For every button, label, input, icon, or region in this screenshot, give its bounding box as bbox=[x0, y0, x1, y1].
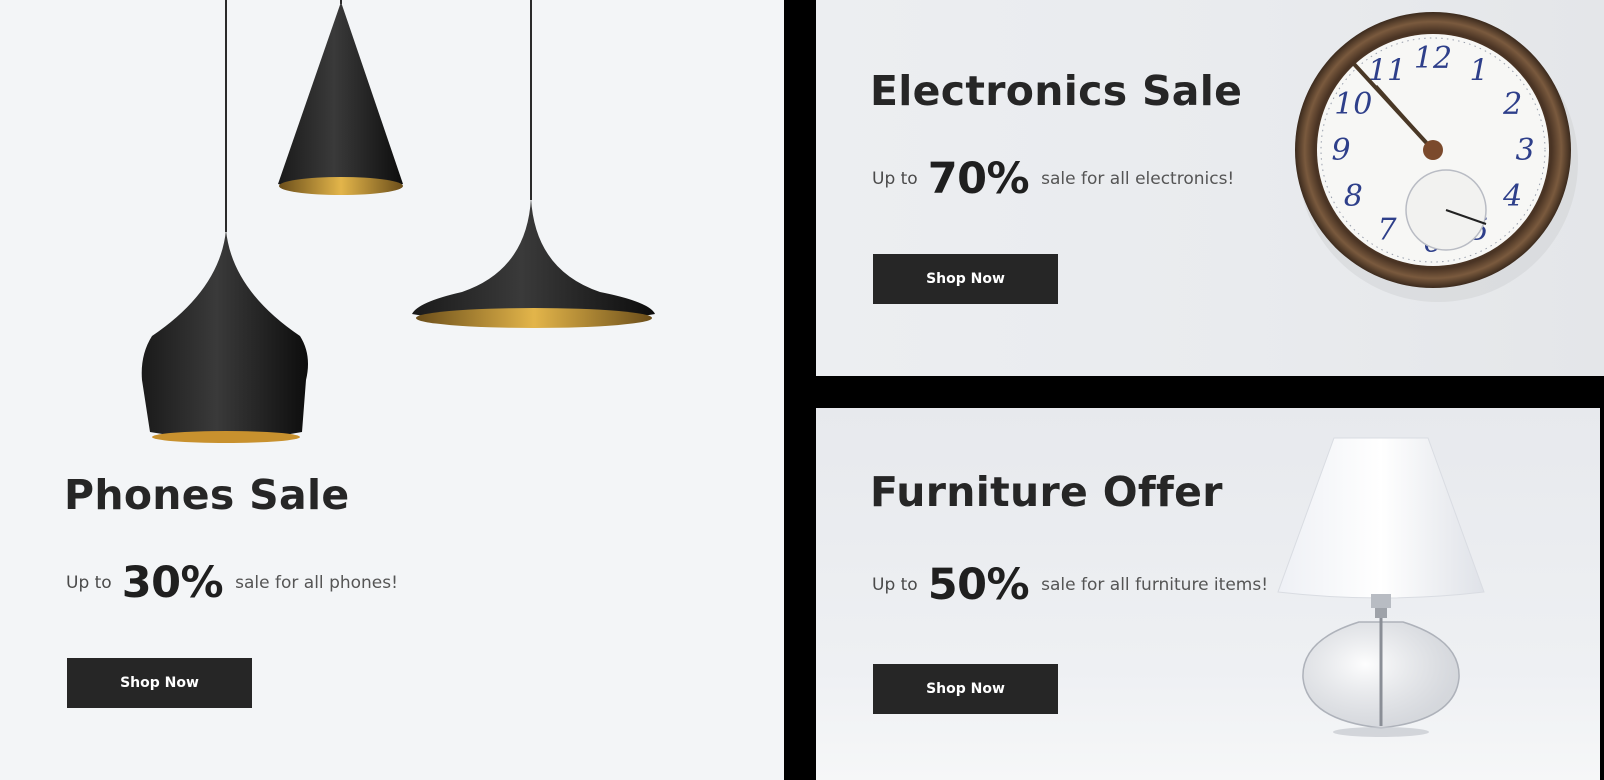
promo-suffix: sale for all phones! bbox=[235, 573, 398, 593]
banner-title: Furniture Offer bbox=[870, 468, 1223, 516]
promo-prefix: Up to bbox=[66, 573, 112, 593]
clock-numeral: 4 bbox=[1502, 179, 1522, 214]
clock-numeral: 10 bbox=[1334, 87, 1372, 122]
promo-percent: 70% bbox=[927, 154, 1030, 204]
electronics-sale-banner: 121234567891011 Electronics Sale Up to 7… bbox=[816, 0, 1604, 376]
promo-line: Up to 50% sale for all furniture items! bbox=[872, 560, 1268, 610]
clock-numeral: 12 bbox=[1414, 41, 1452, 76]
clock-numeral: 8 bbox=[1344, 179, 1363, 214]
pocket-watch-image: 121234567891011 bbox=[1295, 12, 1578, 302]
clock-numeral: 3 bbox=[1515, 133, 1534, 168]
promo-percent: 50% bbox=[927, 560, 1030, 610]
shop-now-button[interactable]: Shop Now bbox=[67, 658, 252, 708]
clock-numeral: 1 bbox=[1469, 53, 1488, 88]
banner-title: Electronics Sale bbox=[870, 67, 1243, 115]
banner-title: Phones Sale bbox=[64, 471, 350, 519]
clock-numeral: 7 bbox=[1377, 213, 1397, 248]
promo-percent: 30% bbox=[121, 558, 224, 608]
shop-now-button[interactable]: Shop Now bbox=[873, 664, 1058, 714]
promo-line: Up to 70% sale for all electronics! bbox=[872, 154, 1234, 204]
promo-line: Up to 30% sale for all phones! bbox=[66, 558, 398, 608]
clock-numeral: 9 bbox=[1331, 133, 1350, 168]
promo-suffix: sale for all furniture items! bbox=[1041, 575, 1269, 595]
promo-suffix: sale for all electronics! bbox=[1041, 169, 1235, 189]
clock-numeral: 2 bbox=[1502, 87, 1522, 122]
promo-prefix: Up to bbox=[872, 169, 918, 189]
phones-sale-banner: Phones Sale Up to 30% sale for all phone… bbox=[0, 0, 784, 780]
shop-now-button[interactable]: Shop Now bbox=[873, 254, 1058, 304]
promo-prefix: Up to bbox=[872, 575, 918, 595]
table-lamp-image bbox=[1277, 437, 1485, 737]
furniture-offer-banner: Furniture Offer Up to 50% sale for all f… bbox=[816, 408, 1600, 780]
